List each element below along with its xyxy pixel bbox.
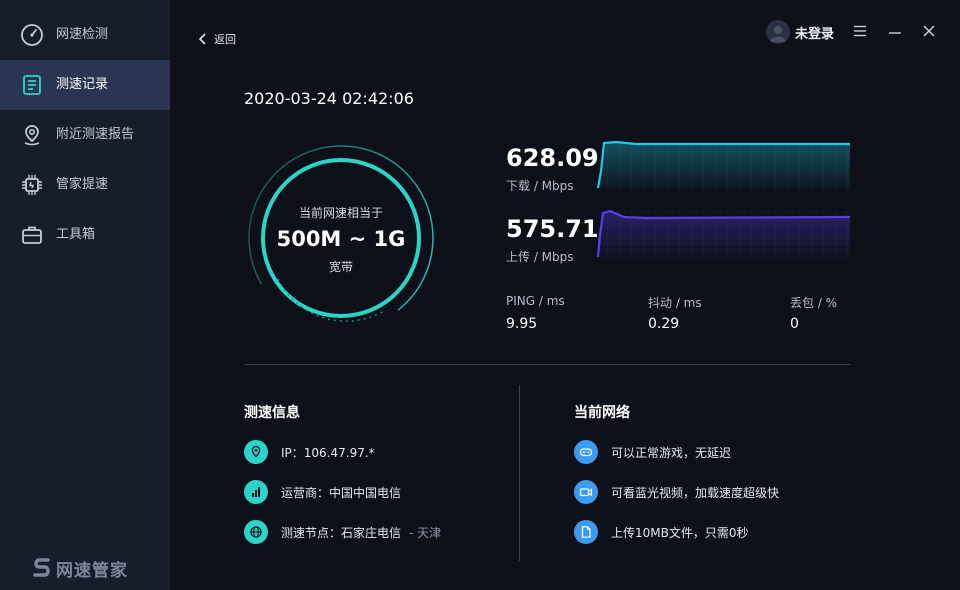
sidebar-item-speed-test[interactable]: 网速检测 — [0, 10, 170, 60]
upload-sparkline — [596, 209, 850, 259]
download-sparkline — [596, 140, 850, 190]
brand-s-icon — [33, 558, 50, 577]
gauge-unit: 宽带 — [328, 260, 353, 274]
toolbox-icon — [22, 226, 42, 244]
node-row: 测速节点：石家庄电信 - 天津 — [244, 520, 441, 544]
record-list-icon — [23, 75, 41, 95]
divider-vertical — [519, 385, 520, 561]
test-datetime: 2020-03-24 02:42:06 — [244, 89, 414, 108]
network-gaming-row: 可以正常游戏，无延迟 — [574, 440, 731, 464]
sidebar-item-label: 管家提速 — [56, 177, 109, 192]
globe-icon — [244, 520, 268, 544]
main-content: 返回 未登录 2020-03-24 02:42:06 当前网速相当于 500M … — [170, 0, 960, 590]
jitter-label: 抖动 / ms — [648, 296, 702, 310]
gamepad-icon — [574, 440, 598, 464]
divider-horizontal — [244, 364, 850, 365]
packet-loss-label: 丢包 / % — [790, 296, 838, 310]
upload-speed-value: 575.71 — [506, 215, 599, 243]
ip-text: IP：106.47.97.* — [281, 445, 375, 460]
download-speed-value: 628.09 — [506, 144, 599, 172]
upload-speed-unit: 上传 / Mbps — [506, 250, 574, 264]
network-upload-text: 上传10MB文件，只需0秒 — [611, 525, 749, 540]
chip-icon — [22, 175, 42, 195]
packet-loss-value: 0 — [790, 316, 799, 332]
user-label: 未登录 — [795, 26, 835, 42]
sidebar-item-nearby-report[interactable]: 附近测速报告 — [0, 110, 170, 160]
avatar — [766, 20, 790, 44]
sidebar-item-speed-records[interactable]: 测速记录 — [0, 60, 170, 110]
back-button[interactable]: 返回 — [198, 31, 236, 47]
sidebar: 网速检测 测速记录 附近测速报告 管家提速 工具箱 网速管家 — [0, 0, 170, 590]
brand-name: 网速管家 — [56, 560, 128, 581]
user-icon — [770, 26, 786, 42]
network-video-row: 可看蓝光视频，加载速度超级快 — [574, 480, 779, 504]
download-speed-unit: 下载 / Mbps — [506, 179, 574, 193]
isp-text: 运营商：中国中国电信 — [281, 485, 402, 500]
jitter-value: 0.29 — [648, 316, 680, 332]
video-camera-icon — [574, 480, 598, 504]
ip-row: IP：106.47.97.* — [244, 440, 375, 464]
sidebar-item-label: 附近测速报告 — [56, 127, 135, 142]
sidebar-item-toolbox[interactable]: 工具箱 — [0, 210, 170, 260]
menu-icon[interactable] — [851, 22, 869, 40]
node-city: - 天津 — [409, 525, 442, 540]
ping-value: 9.95 — [506, 316, 538, 332]
gauge-bandwidth: 500M ~ 1G — [276, 227, 406, 251]
network-upload-row: 上传10MB文件，只需0秒 — [574, 520, 749, 544]
back-label: 返回 — [214, 33, 236, 46]
chevron-left-icon — [198, 33, 206, 45]
node-text: 测速节点：石家庄电信 — [281, 525, 402, 540]
minimize-icon[interactable] — [886, 22, 904, 40]
location-pin-icon — [24, 125, 40, 146]
file-icon — [574, 520, 598, 544]
network-title: 当前网络 — [574, 405, 630, 421]
signal-bars-icon — [244, 480, 268, 504]
speed-info-title: 测速信息 — [244, 405, 300, 421]
sidebar-item-speedup[interactable]: 管家提速 — [0, 160, 170, 210]
isp-row: 运营商：中国中国电信 — [244, 480, 401, 504]
ping-label: PING / ms — [506, 294, 565, 308]
network-video-text: 可看蓝光视频，加载速度超级快 — [611, 485, 780, 500]
location-pin-icon — [244, 440, 268, 464]
speedometer-icon — [21, 24, 43, 46]
sidebar-item-label: 工具箱 — [56, 227, 96, 242]
sidebar-item-label: 测速记录 — [56, 77, 109, 92]
gauge-caption: 当前网速相当于 — [298, 206, 383, 220]
sidebar-item-label: 网速检测 — [56, 27, 109, 42]
user-login[interactable]: 未登录 — [766, 20, 834, 44]
network-gaming-text: 可以正常游戏，无延迟 — [611, 445, 732, 460]
close-icon[interactable] — [920, 22, 938, 40]
brand-logo: 网速管家 — [32, 555, 128, 581]
